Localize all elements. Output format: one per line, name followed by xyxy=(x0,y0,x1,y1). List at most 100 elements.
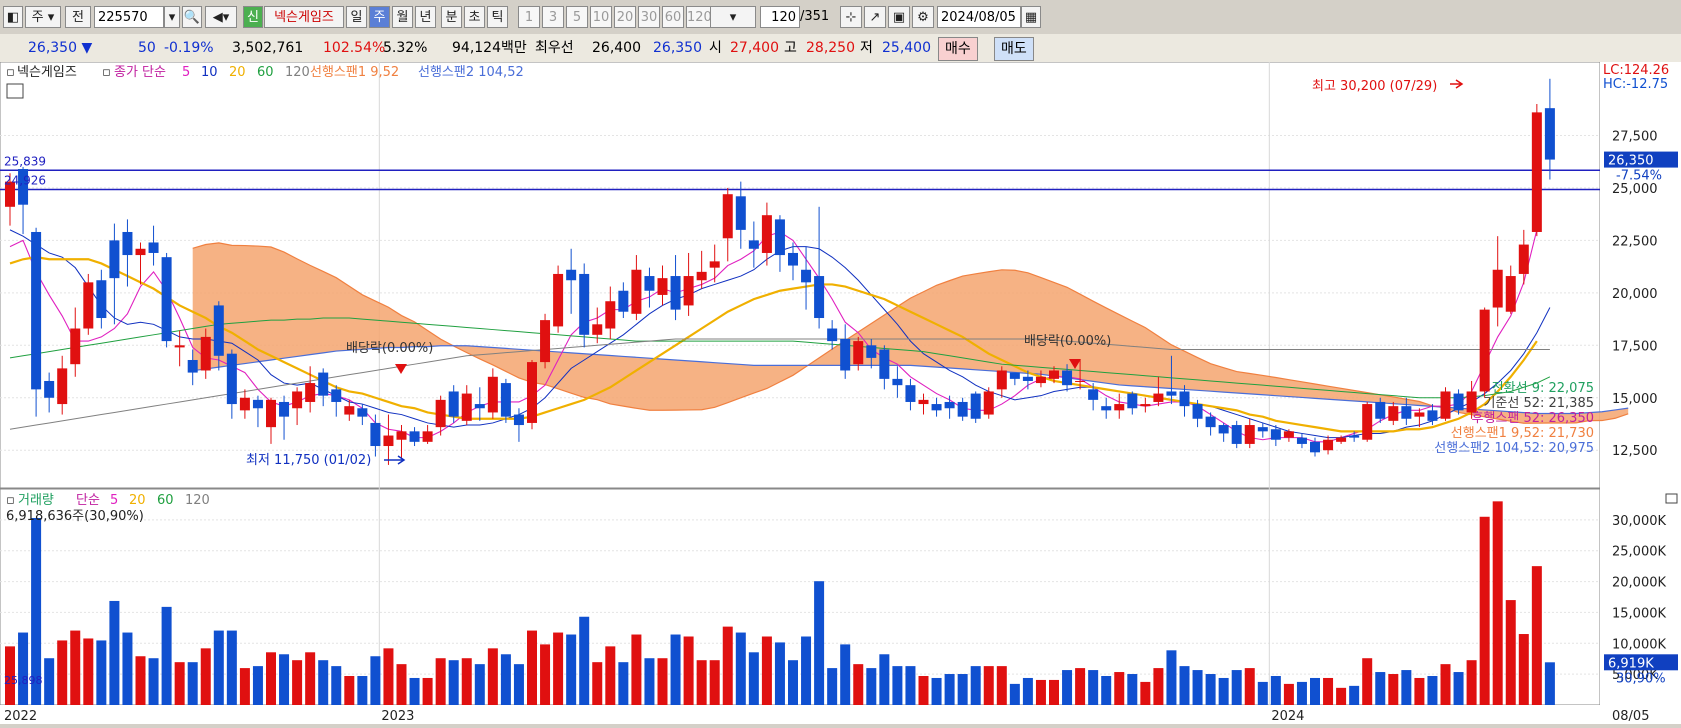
interval-20[interactable]: 20 xyxy=(614,6,636,28)
interval-3[interactable]: 3 xyxy=(542,6,564,28)
interval-60[interactable]: 60 xyxy=(662,6,684,28)
candle-body xyxy=(1531,112,1542,232)
volume-bar xyxy=(944,674,955,705)
candle-body xyxy=(422,431,433,442)
period-0[interactable]: 일 xyxy=(346,6,367,28)
period-4[interactable]: 분 xyxy=(441,6,462,28)
candle-body xyxy=(279,401,290,417)
volume-bar xyxy=(1336,687,1347,705)
interval-10[interactable]: 10 xyxy=(590,6,612,28)
volume-bar xyxy=(605,646,616,705)
legend-box-icon: ▫ xyxy=(102,65,111,80)
price-change: 50 xyxy=(138,40,156,56)
legend-close-label: 종가 단순 xyxy=(114,65,166,80)
code-dropdown-icon[interactable]: ▾ xyxy=(164,6,180,28)
volume-bar xyxy=(1049,679,1059,705)
sell-button[interactable]: 매도 xyxy=(994,37,1034,61)
period-3[interactable]: 년 xyxy=(415,6,436,28)
low-annotation: 최저 11,750 (01/02) xyxy=(246,453,371,468)
chart-svg[interactable]: 27,500 25,000 22,500 20,000 17,500 15,000 12,5… xyxy=(0,61,1681,724)
candle-body xyxy=(1231,425,1242,444)
period-6[interactable]: 틱 xyxy=(487,6,508,28)
candle-body xyxy=(370,422,381,447)
candle-body xyxy=(840,339,851,371)
volume-bar xyxy=(905,666,916,705)
volume-bar xyxy=(1205,674,1216,705)
search-icon[interactable]: 🔍 xyxy=(182,6,202,28)
candle-body xyxy=(1401,406,1412,419)
period-1[interactable]: 주 xyxy=(369,6,390,28)
volume-bar xyxy=(618,662,629,705)
interval-dropdown[interactable]: ▾ xyxy=(710,6,756,28)
volume-bar xyxy=(761,636,772,705)
stock-name[interactable]: 넥슨게임즈 xyxy=(264,6,344,28)
best-bid: 26,350 xyxy=(653,40,702,56)
crosshair-icon[interactable]: ⊹ xyxy=(840,6,862,28)
volume-bar xyxy=(122,632,133,705)
candle-body xyxy=(579,273,590,335)
volume-bar xyxy=(187,662,198,705)
volume-bar xyxy=(461,658,472,705)
buy-button[interactable]: 매수 xyxy=(938,37,978,61)
volume-bar xyxy=(1022,677,1033,705)
speaker-icon[interactable]: ◀▾ xyxy=(205,6,237,28)
candle-body xyxy=(1205,416,1216,428)
candle-body xyxy=(1179,391,1190,407)
chart-area[interactable]: 27,500 25,000 22,500 20,000 17,500 15,000 12,5… xyxy=(0,61,1681,724)
layout-icon[interactable]: ◧ xyxy=(3,6,23,28)
volume-bar xyxy=(1127,674,1138,705)
volume-bar xyxy=(1310,677,1320,705)
low-label: 저 xyxy=(860,40,873,56)
candle-body xyxy=(331,389,342,402)
draw-icon[interactable]: ↗ xyxy=(864,6,886,28)
candle-body xyxy=(644,276,655,291)
volume-bar xyxy=(18,632,29,705)
period-select[interactable]: 주 ▾ xyxy=(25,6,61,28)
volume-bar xyxy=(683,636,694,705)
code-input[interactable]: 225570 xyxy=(94,6,164,28)
volume-bar xyxy=(57,640,68,705)
volume-bar xyxy=(709,660,720,705)
volume-bar xyxy=(957,674,968,705)
interval-5[interactable]: 5 xyxy=(566,6,588,28)
candle-body xyxy=(931,404,942,411)
settings-icon[interactable]: ⚙ xyxy=(912,6,934,28)
ichimoku-value: 전환선 9: 22,075 xyxy=(1492,381,1594,396)
volume-bar xyxy=(592,662,603,705)
candle-body xyxy=(1466,391,1477,413)
current-pct-label: -7.54% xyxy=(1616,169,1662,184)
change-pct: -0.19% xyxy=(164,40,214,56)
candle-body xyxy=(83,282,94,329)
save-icon[interactable]: ▣ xyxy=(888,6,910,28)
interval-1[interactable]: 1 xyxy=(518,6,540,28)
count-input[interactable]: 120 xyxy=(760,6,800,28)
date-input[interactable]: 2024/08/05 xyxy=(937,6,1021,28)
hc-label: HC:-12.75 xyxy=(1603,77,1668,92)
interval-120[interactable]: 120 xyxy=(686,6,712,28)
vol-tick-label: 15,000K xyxy=(1612,606,1666,621)
volume-bar xyxy=(305,652,316,705)
candle-body xyxy=(1336,437,1347,442)
volume-bar xyxy=(918,675,929,705)
period-2[interactable]: 월 xyxy=(392,6,413,28)
interval-30[interactable]: 30 xyxy=(638,6,660,28)
volume-bar xyxy=(409,677,420,705)
volume-bar xyxy=(553,632,564,705)
volume-bar xyxy=(279,654,290,705)
prev-button[interactable]: 전 xyxy=(65,6,91,28)
candle-body xyxy=(1362,404,1373,440)
high-price: 28,250 xyxy=(806,40,855,56)
candle-body xyxy=(1518,244,1529,274)
candle-body xyxy=(892,378,903,386)
legend-stock-name: 넥슨게임즈 xyxy=(17,65,77,80)
candle-body xyxy=(788,252,798,266)
calendar-icon[interactable]: ▦ xyxy=(1021,6,1041,28)
candle-body xyxy=(996,370,1007,390)
candle-body xyxy=(540,320,551,363)
vol-tick-label: 20,000K xyxy=(1612,576,1666,591)
volume-bar xyxy=(566,634,577,705)
period-5[interactable]: 초 xyxy=(464,6,485,28)
candle-body xyxy=(1257,427,1268,432)
volume-bar xyxy=(1088,670,1099,705)
low-price: 25,400 xyxy=(882,40,931,56)
